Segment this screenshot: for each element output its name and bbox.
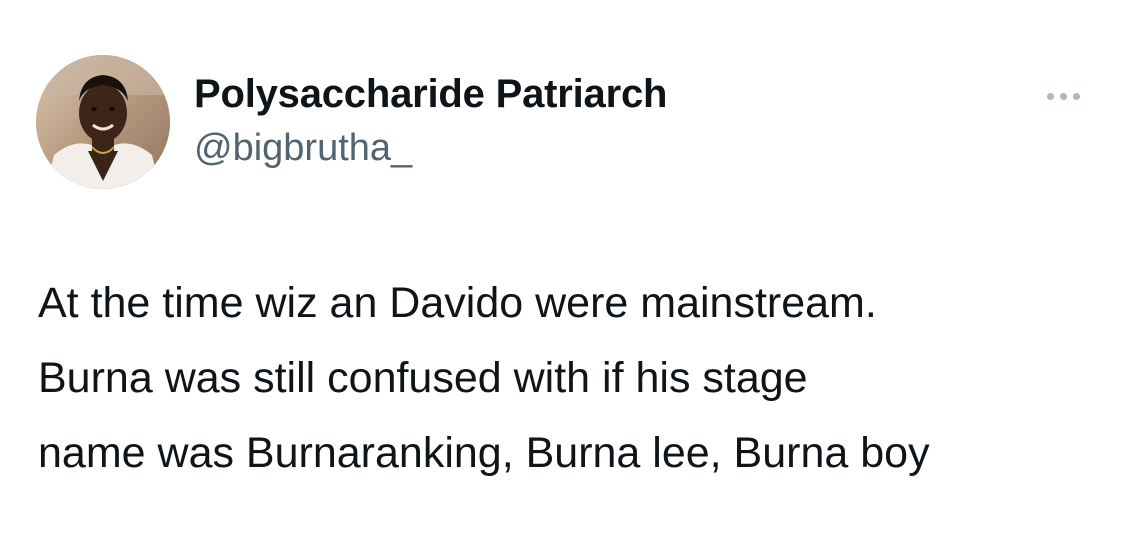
avatar-photo-icon bbox=[36, 55, 170, 189]
tweet-card: Polysaccharide Patriarch @bigbrutha_ At … bbox=[0, 0, 1125, 540]
more-horizontal-icon bbox=[1072, 92, 1080, 100]
more-horizontal-icon bbox=[1059, 92, 1067, 100]
more-options-button[interactable] bbox=[1035, 82, 1091, 110]
tweet-text: At the time wiz an Davido were mainstrea… bbox=[38, 266, 1108, 491]
author-handle[interactable]: @bigbrutha_ bbox=[194, 125, 412, 171]
tweet-text-line: At the time wiz an Davido were mainstrea… bbox=[38, 279, 877, 327]
more-horizontal-icon bbox=[1046, 92, 1054, 100]
tweet-text-line: name was Burnaranking, Burna lee, Burna … bbox=[38, 429, 930, 477]
tweet-text-line: Burna was still confused with if his sta… bbox=[38, 354, 808, 402]
author-display-name[interactable]: Polysaccharide Patriarch bbox=[194, 70, 667, 118]
avatar[interactable] bbox=[36, 55, 170, 189]
